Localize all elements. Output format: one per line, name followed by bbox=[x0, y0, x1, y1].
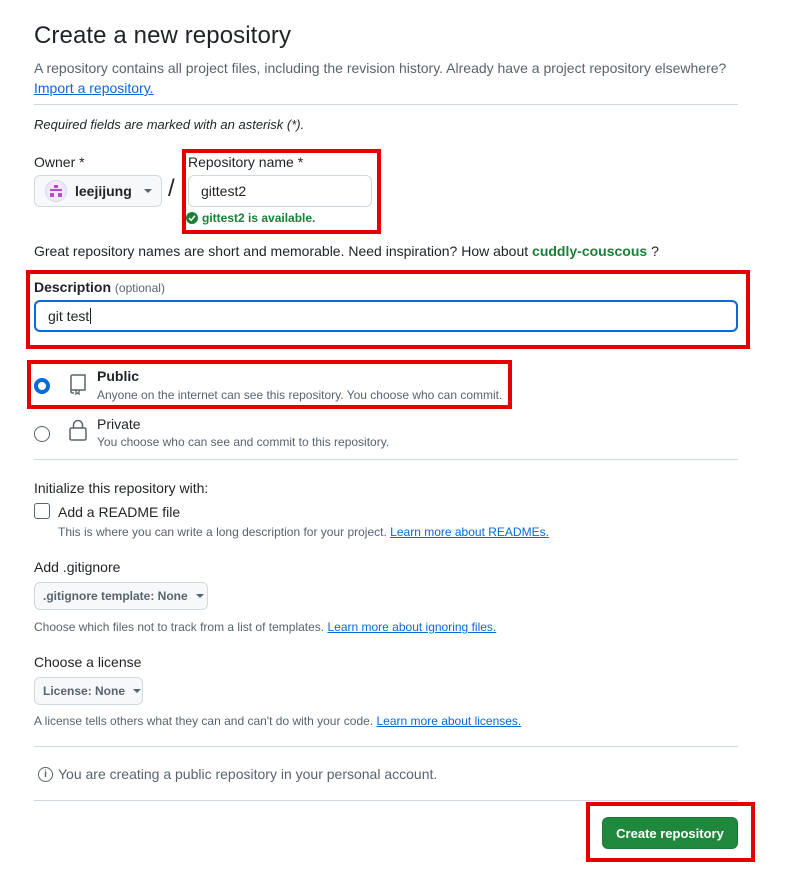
description-input[interactable]: git test bbox=[34, 300, 738, 332]
description-label-text: Description bbox=[34, 279, 112, 295]
repo-icon bbox=[66, 372, 90, 401]
check-circle-icon bbox=[186, 212, 198, 224]
chevron-down-icon bbox=[195, 594, 204, 598]
private-option-title: Private bbox=[97, 416, 141, 432]
gitignore-template-select[interactable]: .gitignore template: None bbox=[34, 582, 208, 610]
gitignore-desc-text: Choose which files not to track from a l… bbox=[34, 620, 325, 634]
repository-name-label: Repository name * bbox=[188, 154, 304, 170]
availability-message: gittest2 is available. bbox=[186, 211, 315, 225]
import-repository-link[interactable]: Import a repository. bbox=[34, 78, 154, 98]
chevron-down-icon bbox=[143, 189, 152, 193]
info-icon: i bbox=[38, 766, 53, 782]
license-learn-more-link[interactable]: Learn more about licenses. bbox=[377, 714, 522, 728]
readme-learn-more-link[interactable]: Learn more about READMEs. bbox=[390, 525, 549, 539]
license-description: A license tells others what they can and… bbox=[34, 714, 521, 728]
readme-desc-text: This is where you can write a long descr… bbox=[58, 525, 387, 539]
availability-text: gittest2 is available. bbox=[202, 211, 316, 225]
public-option-title: Public bbox=[97, 368, 140, 384]
page-title: Create a new repository bbox=[34, 22, 292, 49]
lock-icon bbox=[66, 418, 90, 447]
divider bbox=[34, 459, 738, 460]
repository-name-input[interactable]: gittest2 bbox=[188, 175, 372, 207]
name-suggestion[interactable]: cuddly-couscous bbox=[532, 243, 647, 259]
info-text: You are creating a public repository in … bbox=[58, 766, 438, 782]
divider bbox=[34, 746, 738, 747]
chevron-down-icon bbox=[133, 689, 142, 693]
hint-end: ? bbox=[651, 243, 659, 259]
text-cursor bbox=[90, 308, 92, 324]
private-option-description: You choose who can see and commit to thi… bbox=[97, 435, 390, 449]
gitignore-select-label: .gitignore template: None bbox=[43, 589, 188, 603]
page-subtitle: A repository contains all project files,… bbox=[34, 60, 727, 76]
public-option-description: Anyone on the internet can see this repo… bbox=[97, 388, 503, 402]
create-repository-button[interactable]: Create repository bbox=[602, 817, 738, 849]
hint-text: Great repository names are short and mem… bbox=[34, 243, 529, 259]
readme-label[interactable]: Add a README file bbox=[58, 504, 180, 520]
owner-select-button[interactable]: leejijung bbox=[34, 175, 162, 207]
public-radio[interactable] bbox=[34, 378, 50, 394]
identicon-icon bbox=[50, 185, 62, 197]
license-heading: Choose a license bbox=[34, 654, 142, 670]
description-value: git test bbox=[48, 308, 90, 324]
owner-name: leejijung bbox=[75, 183, 132, 199]
license-select[interactable]: License: None bbox=[34, 677, 143, 705]
divider bbox=[34, 104, 738, 105]
avatar bbox=[45, 180, 67, 202]
gitignore-heading: Add .gitignore bbox=[34, 559, 121, 575]
required-fields-note: Required fields are marked with an aster… bbox=[34, 117, 305, 132]
description-label: Description (optional) bbox=[34, 279, 165, 295]
repository-name-hint: Great repository names are short and mem… bbox=[34, 243, 659, 259]
license-select-label: License: None bbox=[43, 684, 126, 698]
readme-checkbox[interactable] bbox=[34, 503, 50, 519]
public-account-info: i You are creating a public repository i… bbox=[38, 766, 437, 782]
divider bbox=[34, 800, 738, 801]
owner-repo-separator: / bbox=[168, 175, 175, 202]
gitignore-learn-more-link[interactable]: Learn more about ignoring files. bbox=[327, 620, 496, 634]
initialize-heading: Initialize this repository with: bbox=[34, 480, 209, 496]
owner-label: Owner * bbox=[34, 154, 85, 170]
readme-description: This is where you can write a long descr… bbox=[58, 525, 549, 539]
optional-tag: (optional) bbox=[114, 281, 165, 295]
gitignore-description: Choose which files not to track from a l… bbox=[34, 620, 496, 634]
license-desc-text: A license tells others what they can and… bbox=[34, 714, 374, 728]
private-radio[interactable] bbox=[34, 426, 50, 442]
